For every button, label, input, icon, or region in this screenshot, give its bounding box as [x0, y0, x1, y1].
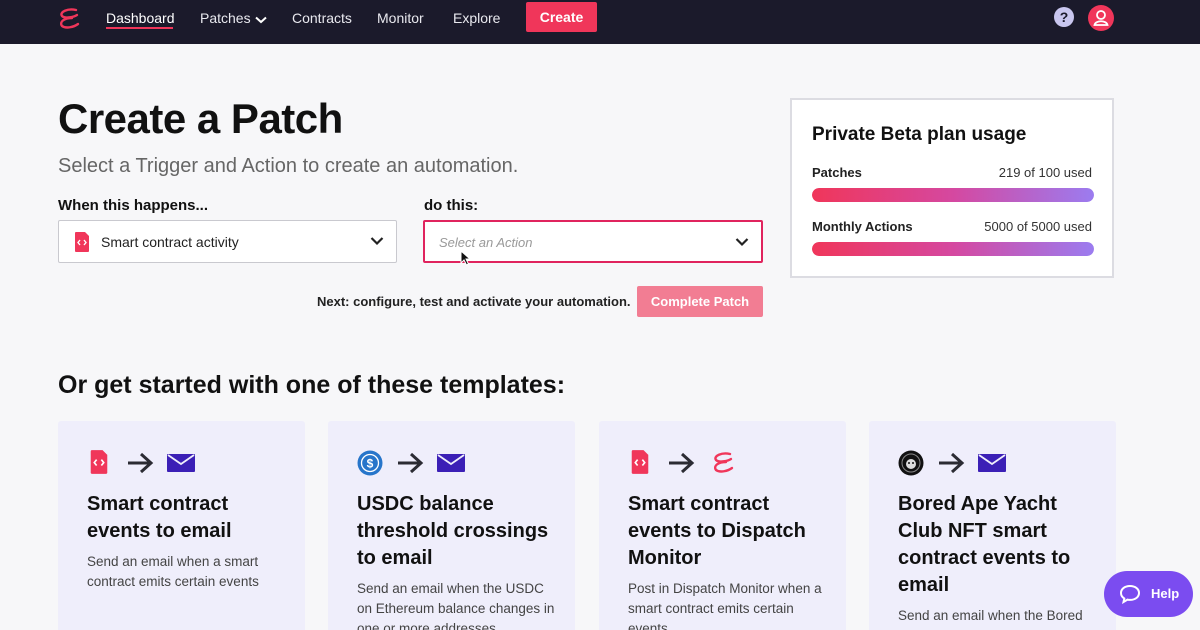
help-icon[interactable]: ? — [1054, 7, 1074, 27]
nav-monitor[interactable]: Monitor — [377, 10, 424, 26]
active-nav-indicator — [106, 27, 173, 29]
nav-contracts[interactable]: Contracts — [292, 10, 352, 26]
template-title: Smart contract events to email — [87, 493, 232, 542]
email-icon — [978, 454, 1006, 472]
chevron-down-icon — [370, 237, 384, 246]
user-icon — [1093, 10, 1109, 26]
nav-patches-label: Patches — [200, 10, 251, 26]
action-label: do this: — [424, 197, 479, 214]
top-navigation-bar: Dashboard Patches Contracts Monitor Expl… — [0, 0, 1200, 44]
template-description: Post in Dispatch Monitor when a smart co… — [628, 581, 822, 630]
complete-patch-button[interactable]: Complete Patch — [637, 286, 763, 317]
chevron-down-icon — [735, 238, 749, 247]
action-select[interactable]: Select an Action — [423, 220, 763, 263]
action-select-placeholder: Select an Action — [439, 235, 533, 250]
page-subtitle: Select a Trigger and Action to create an… — [58, 155, 519, 177]
usage-actions-label: Monthly Actions — [812, 219, 913, 234]
nav-patches[interactable]: Patches — [200, 10, 267, 26]
bayc-icon — [898, 450, 924, 476]
email-icon — [167, 454, 195, 472]
arrow-right-icon — [128, 452, 154, 474]
plan-usage-card: Private Beta plan usage Patches 219 of 1… — [790, 98, 1114, 278]
usage-patches-label: Patches — [812, 165, 862, 180]
svg-text:$: $ — [367, 457, 374, 471]
arrow-right-icon — [398, 452, 424, 474]
usage-patches-bar — [812, 188, 1094, 202]
dispatch-logo-icon — [713, 452, 734, 473]
template-title: Bored Ape Yacht Club NFT smart contract … — [898, 493, 1071, 596]
usage-actions-value: 5000 of 5000 used — [984, 219, 1092, 234]
arrow-right-icon — [669, 452, 695, 474]
chevron-down-icon — [254, 16, 267, 24]
page-title: Create a Patch — [58, 95, 343, 142]
template-description: Send an email when the USDC on Ethereum … — [357, 581, 555, 630]
nav-dashboard[interactable]: Dashboard — [106, 10, 175, 26]
trigger-select-value: Smart contract activity — [101, 234, 239, 250]
usage-actions-fill — [812, 242, 1094, 256]
plan-usage-title: Private Beta plan usage — [812, 124, 1027, 145]
contract-doc-icon — [75, 232, 89, 252]
usdc-icon: $ — [357, 450, 383, 476]
user-avatar[interactable] — [1088, 5, 1114, 31]
trigger-select[interactable]: Smart contract activity — [58, 220, 397, 263]
template-title: Smart contract events to Dispatch Monito… — [628, 493, 806, 569]
template-description: Send an email when the Bored — [898, 608, 1083, 623]
template-icons: $ — [356, 449, 486, 477]
help-chat-label: Help — [1151, 586, 1180, 601]
template-icons — [86, 449, 216, 477]
create-button[interactable]: Create — [526, 2, 597, 32]
next-step-text: Next: configure, test and activate your … — [317, 294, 631, 309]
template-icons — [897, 449, 1027, 477]
nav-explore[interactable]: Explore — [453, 10, 500, 26]
usage-actions-bar — [812, 242, 1094, 256]
contract-doc-icon — [631, 450, 649, 474]
usage-patches-value: 219 of 100 used — [998, 165, 1092, 180]
template-card[interactable]: Bored Ape Yacht Club NFT smart contract … — [869, 421, 1116, 630]
template-title: USDC balance threshold crossings to emai… — [357, 493, 549, 569]
template-icons — [627, 449, 757, 477]
template-card[interactable]: $ USDC balance threshold crossings to em… — [328, 421, 575, 630]
email-icon — [437, 454, 465, 472]
arrow-right-icon — [939, 452, 965, 474]
template-card[interactable]: Smart contract events to Dispatch Monito… — [599, 421, 846, 630]
template-card[interactable]: Smart contract events to email Send an e… — [58, 421, 305, 630]
templates-heading: Or get started with one of these templat… — [58, 371, 566, 399]
mouse-cursor-icon — [460, 250, 472, 266]
chat-bubble-icon — [1119, 584, 1141, 604]
contract-doc-icon — [90, 450, 108, 474]
help-chat-button[interactable]: Help — [1104, 571, 1193, 617]
usage-patches-fill — [812, 188, 1094, 202]
trigger-label: When this happens... — [58, 197, 209, 214]
template-description: Send an email when a smart contract emit… — [87, 554, 259, 589]
dispatch-logo-icon[interactable] — [56, 7, 82, 31]
